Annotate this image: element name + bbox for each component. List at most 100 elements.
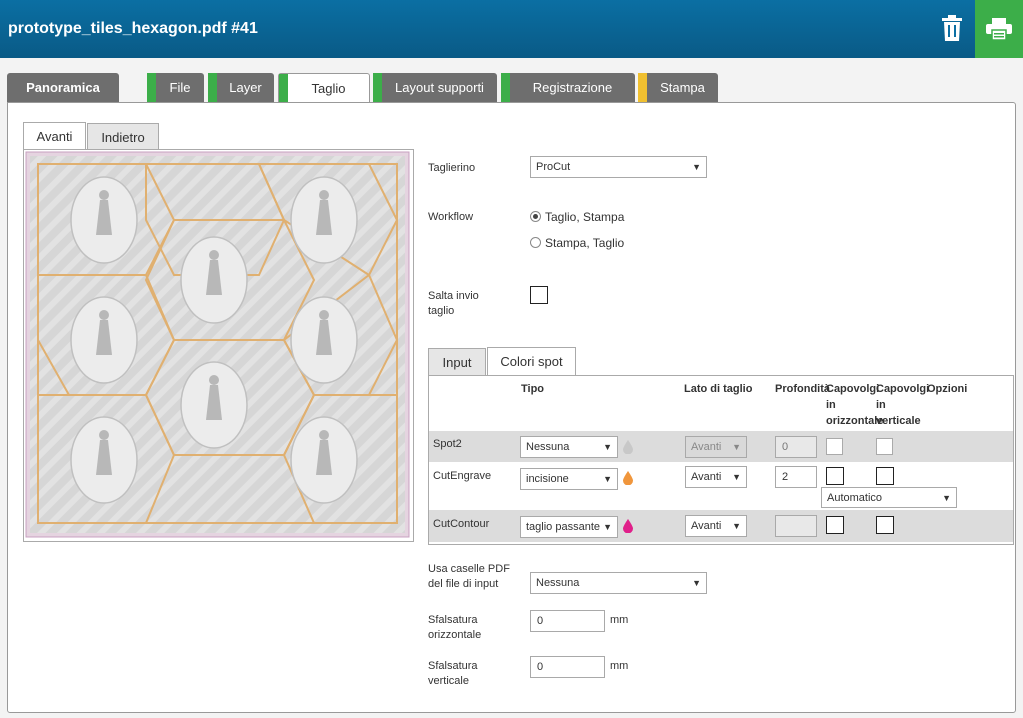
tab-label: Layer: [229, 80, 262, 95]
tab-label: Taglio: [311, 81, 346, 96]
spot-type-value: Nessuna: [526, 441, 570, 453]
printer-icon: [986, 18, 1012, 40]
chevron-down-icon: ▼: [732, 442, 741, 452]
delete-button[interactable]: [934, 10, 970, 46]
cut-side-select[interactable]: Avanti ▼: [685, 466, 747, 488]
tab-layer[interactable]: Layer: [208, 73, 274, 102]
options-value: Automatico: [827, 491, 883, 504]
status-marker-green: [501, 73, 510, 102]
h-offset-label: Sfalsatura orizzontale: [428, 614, 482, 641]
engrave-options-select[interactable]: Automatico ▼: [821, 487, 957, 508]
tab-stampa[interactable]: Stampa: [638, 73, 718, 102]
column-header-depth: Profondità: [775, 383, 830, 395]
chevron-down-icon: ▼: [603, 474, 612, 484]
spot-name: CutContour: [433, 518, 490, 530]
column-header-flip-v: Capovolgi in verticale: [876, 383, 930, 427]
v-offset-label: Sfalsatura verticale: [428, 660, 478, 687]
chevron-down-icon: ▼: [942, 493, 951, 503]
table-row: CutContour taglio passante ▼ Avanti ▼: [429, 510, 1013, 542]
pdf-boxes-label: Usa caselle PDF del file di input: [428, 563, 510, 590]
tab-file[interactable]: File: [147, 73, 204, 102]
tab-registrazione[interactable]: Registrazione: [501, 73, 635, 102]
workflow-radio-cut-print[interactable]: [530, 211, 541, 222]
chevron-down-icon: ▼: [732, 472, 741, 482]
workflow-option-label: Taglio, Stampa: [545, 210, 625, 224]
column-header-options: Opzioni: [927, 383, 968, 395]
skip-cut-label: Salta invio taglio: [428, 290, 479, 317]
depth-value: 2: [782, 471, 789, 483]
cut-settings-panel: Avanti Indietro Taglierino ProCut ▼ Work…: [7, 102, 1016, 713]
spot-type-select[interactable]: Nessuna ▼: [520, 436, 618, 458]
document-title: prototype_tiles_hexagon.pdf #41: [8, 20, 258, 37]
column-header-side: Lato di taglio: [684, 383, 753, 395]
spot-name: Spot2: [433, 438, 462, 450]
cut-side-value: Avanti: [691, 441, 722, 453]
pdf-boxes-value: Nessuna: [536, 577, 580, 589]
chevron-down-icon: ▼: [692, 578, 701, 588]
flip-vertical-checkbox[interactable]: [876, 438, 893, 455]
v-offset-input[interactable]: 0: [530, 656, 605, 678]
tab-input[interactable]: Input: [428, 348, 486, 375]
depth-input[interactable]: 2: [775, 466, 817, 488]
pdf-boxes-select[interactable]: Nessuna ▼: [530, 572, 707, 594]
depth-input[interactable]: [775, 515, 817, 537]
print-button[interactable]: [975, 0, 1023, 58]
tab-label: Avanti: [36, 129, 73, 144]
spot-name: CutEngrave: [433, 470, 492, 482]
cut-side-select[interactable]: Avanti ▼: [685, 515, 747, 537]
spot-type-select[interactable]: incisione ▼: [520, 468, 618, 490]
depth-input[interactable]: 0: [775, 436, 817, 458]
chevron-down-icon: ▼: [603, 442, 612, 452]
cutter-label: Taglierino: [428, 162, 476, 174]
tab-avanti[interactable]: Avanti: [23, 122, 86, 150]
column-header-type: Tipo: [521, 383, 545, 395]
h-offset-input[interactable]: 0: [530, 610, 605, 632]
spot-type-select[interactable]: taglio passante ▼: [520, 516, 618, 538]
flip-vertical-checkbox[interactable]: [876, 467, 894, 485]
tab-taglio[interactable]: Taglio: [278, 73, 370, 103]
table-row: Spot2 Nessuna ▼ Avanti ▼ 0: [429, 431, 1013, 462]
flip-horizontal-checkbox[interactable]: [826, 467, 844, 485]
status-marker-green: [208, 73, 217, 102]
page-preview: [23, 149, 414, 542]
ink-drop-icon: [623, 440, 633, 454]
tab-label: Registrazione: [532, 80, 613, 95]
status-marker-yellow: [638, 73, 647, 102]
tab-label: Stampa: [660, 80, 705, 95]
tab-colori-spot[interactable]: Colori spot: [487, 347, 576, 375]
preview-image: [25, 151, 410, 538]
tab-label: Indietro: [101, 129, 145, 145]
app-header: prototype_tiles_hexagon.pdf #41: [0, 0, 1023, 58]
depth-value: 0: [782, 441, 789, 453]
trash-icon: [942, 15, 962, 41]
h-offset-value: 0: [537, 615, 544, 627]
tab-label: Input: [442, 354, 472, 370]
tab-panoramica[interactable]: Panoramica: [7, 73, 119, 102]
cut-side-value: Avanti: [691, 471, 722, 483]
v-offset-value: 0: [537, 661, 544, 673]
chevron-down-icon: ▼: [603, 522, 612, 532]
cutter-value: ProCut: [536, 161, 571, 173]
skip-cut-checkbox[interactable]: [530, 286, 548, 304]
spot-type-value: taglio passante: [526, 521, 600, 533]
tab-label: Panoramica: [26, 80, 100, 95]
flip-horizontal-checkbox[interactable]: [826, 516, 844, 534]
v-offset-unit: mm: [610, 660, 629, 672]
column-header-flip-h: Capovolgi in orizzontale: [826, 383, 884, 427]
chevron-down-icon: ▼: [732, 521, 741, 531]
tab-label: File: [169, 80, 191, 95]
ink-drop-icon: [623, 519, 633, 533]
tab-layout-supporti[interactable]: Layout supporti: [373, 73, 497, 102]
tab-label: Colori spot: [500, 354, 563, 369]
chevron-down-icon: ▼: [692, 162, 701, 172]
cut-side-select[interactable]: Avanti ▼: [685, 436, 747, 458]
workflow-radio-print-cut[interactable]: [530, 237, 541, 248]
ink-drop-icon: [623, 471, 633, 485]
cutter-select[interactable]: ProCut ▼: [530, 156, 707, 178]
spot-colors-table: Tipo Lato di taglio Profondità Capovolgi…: [428, 375, 1014, 545]
tab-indietro[interactable]: Indietro: [87, 123, 159, 150]
workflow-option-label: Stampa, Taglio: [545, 236, 625, 250]
flip-horizontal-checkbox[interactable]: [826, 438, 843, 455]
flip-vertical-checkbox[interactable]: [876, 516, 894, 534]
cut-side-value: Avanti: [691, 520, 722, 532]
